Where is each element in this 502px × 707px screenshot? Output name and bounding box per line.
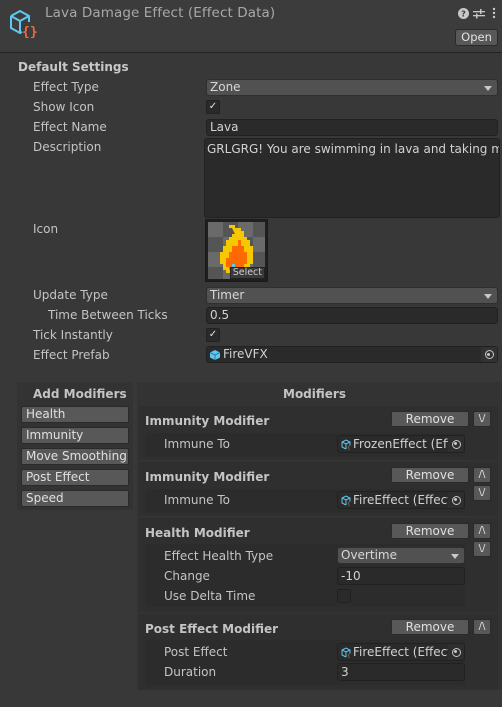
dropdown-arrow-icon bbox=[484, 86, 492, 91]
use-delta-time-checkbox[interactable] bbox=[337, 589, 351, 603]
asset-title: Lava Damage Effect (Effect Data) bbox=[45, 5, 276, 21]
tick-instantly-label: Tick Instantly bbox=[33, 328, 113, 342]
show-icon-checkbox[interactable]: ✓ bbox=[206, 100, 220, 114]
object-picker-icon[interactable] bbox=[481, 347, 497, 362]
show-icon-label: Show Icon bbox=[33, 100, 95, 114]
object-picker-icon[interactable] bbox=[448, 644, 464, 660]
select-sprite-button[interactable]: Select bbox=[229, 267, 265, 279]
effect-prefab-label: Effect Prefab bbox=[33, 348, 110, 362]
update-type-label: Update Type bbox=[33, 288, 108, 302]
effect-type-value: Zone bbox=[210, 80, 241, 94]
default-settings-heading: Default Settings bbox=[18, 60, 129, 74]
change-input[interactable]: -10 bbox=[337, 567, 465, 585]
post-effect-field[interactable]: {} FireEffect (Effect Data) bbox=[337, 643, 465, 661]
svg-text:{}: {} bbox=[347, 445, 352, 450]
modifier-title: Immunity Modifier bbox=[145, 414, 270, 428]
move-down-button[interactable]: \/ bbox=[473, 411, 491, 427]
move-down-button[interactable]: \/ bbox=[473, 541, 491, 557]
icon-sprite-field[interactable]: Select bbox=[205, 219, 268, 282]
description-textarea[interactable]: GRLGRG! You are swimming in lava and tak… bbox=[204, 138, 500, 218]
settings-sliders-icon[interactable] bbox=[473, 6, 485, 20]
change-label: Change bbox=[164, 569, 210, 583]
move-up-button[interactable]: /\ bbox=[473, 523, 491, 539]
scriptable-object-icon: {} bbox=[10, 9, 38, 38]
remove-modifier-button[interactable]: Remove bbox=[391, 619, 469, 635]
svg-text:{}: {} bbox=[347, 653, 352, 658]
object-picker-icon[interactable] bbox=[448, 436, 464, 452]
effect-type-dropdown[interactable]: Zone bbox=[206, 79, 498, 96]
move-up-button[interactable]: /\ bbox=[473, 619, 491, 635]
duration-label: Duration bbox=[164, 665, 217, 679]
effect-health-type-dropdown[interactable]: Overtime bbox=[337, 547, 465, 564]
description-label: Description bbox=[33, 140, 102, 154]
time-between-ticks-input[interactable]: 0.5 bbox=[206, 307, 498, 324]
effect-prefab-field[interactable]: FireVFX bbox=[206, 346, 498, 363]
immune-to-field[interactable]: {} FrozenEffect (Effect Data) bbox=[337, 435, 465, 453]
time-between-ticks-label: Time Between Ticks bbox=[48, 308, 168, 322]
move-up-button[interactable]: /\ bbox=[473, 467, 491, 483]
move-down-button[interactable]: \/ bbox=[473, 485, 491, 501]
remove-modifier-button[interactable]: Remove bbox=[391, 523, 469, 539]
update-type-value: Timer bbox=[210, 288, 245, 302]
svg-text:{}: {} bbox=[347, 501, 352, 506]
inspector-header: {} Lava Damage Effect (Effect Data) ? Op… bbox=[0, 0, 502, 53]
modifiers-heading: Modifiers bbox=[283, 387, 346, 401]
tick-instantly-checkbox[interactable]: ✓ bbox=[206, 328, 220, 342]
duration-input[interactable]: 3 bbox=[337, 663, 465, 681]
dropdown-arrow-icon bbox=[484, 294, 492, 299]
scriptable-object-icon: {} bbox=[341, 439, 352, 450]
effect-name-input[interactable]: Lava bbox=[206, 119, 498, 136]
open-button[interactable]: Open bbox=[455, 29, 498, 46]
svg-text:?: ? bbox=[461, 9, 466, 18]
checkmark-icon: ✓ bbox=[208, 101, 218, 112]
remove-modifier-button[interactable]: Remove bbox=[391, 411, 469, 427]
scriptable-object-icon: {} bbox=[341, 495, 352, 506]
effect-name-label: Effect Name bbox=[33, 120, 107, 134]
post-effect-label: Post Effect bbox=[164, 645, 228, 659]
modifier-title: Post Effect Modifier bbox=[145, 622, 279, 636]
prefab-cube-icon bbox=[210, 350, 220, 360]
icon-label: Icon bbox=[33, 222, 59, 236]
remove-modifier-button[interactable]: Remove bbox=[391, 467, 469, 483]
dropdown-arrow-icon bbox=[451, 554, 459, 559]
add-health-modifier-button[interactable]: Health bbox=[21, 406, 129, 423]
update-type-dropdown[interactable]: Timer bbox=[206, 287, 498, 304]
object-picker-icon[interactable] bbox=[448, 492, 464, 508]
effect-prefab-value: FireVFX bbox=[223, 347, 268, 361]
modifier-title: Health Modifier bbox=[145, 526, 250, 540]
immune-to-label: Immune To bbox=[164, 437, 230, 451]
immune-to-field[interactable]: {} FireEffect (Effect Data) bbox=[337, 491, 465, 509]
add-post-effect-modifier-button[interactable]: Post Effect bbox=[21, 469, 129, 486]
help-icon[interactable]: ? bbox=[457, 6, 469, 20]
modifier-title: Immunity Modifier bbox=[145, 470, 270, 484]
immune-to-label: Immune To bbox=[164, 493, 230, 507]
effect-health-type-value: Overtime bbox=[341, 548, 397, 562]
use-delta-time-label: Use Delta Time bbox=[164, 589, 256, 603]
more-menu-icon[interactable] bbox=[488, 6, 500, 20]
effect-type-label: Effect Type bbox=[33, 80, 99, 94]
svg-text:{}: {} bbox=[22, 25, 38, 38]
checkmark-icon: ✓ bbox=[208, 329, 218, 340]
add-move-smoothing-modifier-button[interactable]: Move Smoothing bbox=[21, 448, 129, 465]
add-speed-modifier-button[interactable]: Speed bbox=[21, 490, 129, 507]
add-immunity-modifier-button[interactable]: Immunity bbox=[21, 427, 129, 444]
add-modifiers-heading: Add Modifiers bbox=[33, 387, 127, 401]
effect-health-type-label: Effect Health Type bbox=[164, 549, 274, 563]
scriptable-object-icon: {} bbox=[341, 647, 352, 658]
